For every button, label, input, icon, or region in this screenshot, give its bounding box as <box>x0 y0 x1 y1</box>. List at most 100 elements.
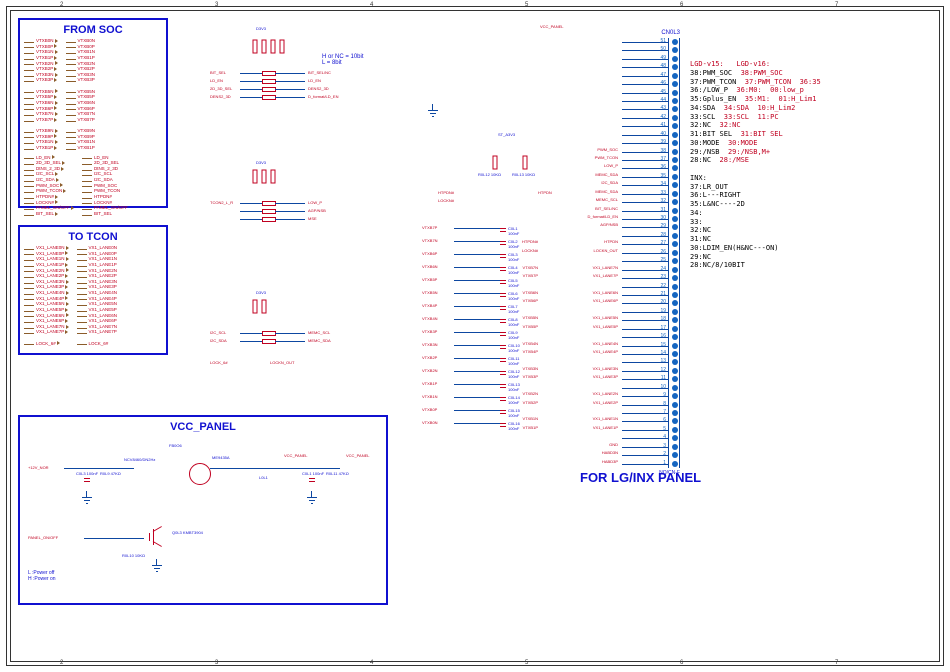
net-label: VTXB7N <box>422 238 438 243</box>
coupling-cap <box>500 407 506 417</box>
block-from-soc: FROM SOC VTXB0NVTXB0PVTXB1NVTXB1PVTXB2NV… <box>18 18 168 208</box>
cap-c0l1 <box>309 475 315 485</box>
note-row: 32:NC <box>690 226 821 235</box>
ruler-num: 4 <box>370 2 373 8</box>
coupling-cap <box>500 238 506 248</box>
note-row: 34: <box>690 209 821 218</box>
pin-label: VX1_LANE5N <box>593 315 618 320</box>
signal-label: VX1_LANE5P <box>24 307 69 313</box>
coupling-cap <box>500 368 506 378</box>
resistor <box>262 71 276 76</box>
pin-src-label: VTXB5P <box>523 324 538 329</box>
signal-label: VX1_LANE1P <box>24 262 69 268</box>
net-label: VTXB4P <box>422 303 437 308</box>
refdes-cap: C0L10 100nF <box>508 343 520 353</box>
net-label: VTXB3N <box>422 342 438 347</box>
h-lgd16: LGD-v16: <box>736 60 770 68</box>
note-row: 30:LDIM_EN(H&NC---ON) <box>690 244 821 253</box>
pin-notes: LGD-v15: LGD-v16: 38:PWM_SOC 38:PWM_SOC3… <box>690 60 821 270</box>
signal-label: VTXB7P <box>66 117 96 123</box>
wire <box>454 332 500 333</box>
note-row: 33: <box>690 218 821 227</box>
ruler-num: 7 <box>835 660 838 666</box>
pin-label: MEMC_SDA <box>595 172 618 177</box>
ruler-num: 4 <box>370 660 373 666</box>
coupling-cap <box>500 225 506 235</box>
note-row: 28:NC 28:/MSE <box>690 156 821 165</box>
pin-label: BIT_SEL/NC <box>595 206 618 211</box>
mid-networks: D3V3 BIT_SELBIT_SEL/NCLD_ENLD_EN2D_3D_SE… <box>210 30 410 390</box>
conn-pin-42: 42 <box>600 114 680 122</box>
resistor <box>262 79 276 84</box>
note-row: 37:LR_OUT <box>690 183 821 192</box>
to-tcon-title: TO TCON <box>24 231 162 243</box>
pin-label: VX1_LANE2N <box>593 391 618 396</box>
pin-label: VX1_LANE2P <box>593 400 618 405</box>
pin-label: VX1_LANE6P <box>593 298 618 303</box>
rail-d3v3-1: D3V3 <box>256 26 266 31</box>
signal-label: VX1_LANE2P <box>77 273 118 279</box>
note-row: 35:Gplus_EN 35:M1: 01:H_Lim1 <box>690 95 821 104</box>
pin-label: MEMC_SCL <box>596 197 618 202</box>
note-row: 31:BIT SEL 31:BIT SEL <box>690 130 821 139</box>
net-label: VTXB5P <box>422 277 437 282</box>
refdes-cap: C0L2 100nF <box>508 239 519 249</box>
refdes-l: L0L1 <box>259 475 268 480</box>
pin-src-label: HTPDN# <box>522 239 538 244</box>
pin-src-label: VTXB3P <box>523 374 538 379</box>
refdes-q: Q0L3 KMBT3904 <box>172 530 203 535</box>
wire <box>454 319 500 320</box>
net-label: VTXB3P <box>422 329 437 334</box>
conn-pin-44: 44 <box>600 97 680 105</box>
signal-label: LOCK_6# <box>24 341 69 347</box>
net-vccpanel2: VCC_PANEL <box>346 453 370 458</box>
pin-label: MEMC_SDA <box>595 189 618 194</box>
note-row: 36:/LOW_P 36:M0: 00:low_p <box>690 86 821 95</box>
net-label: LD_EN <box>308 78 321 83</box>
ruler-num: 2 <box>60 660 63 666</box>
net-htpdn1: HTPDN# <box>438 190 454 195</box>
coupling-cap <box>500 394 506 404</box>
signal-label: VX1_LANE7P <box>77 329 118 335</box>
note-row: 28:NC/8/10BIT <box>690 261 821 270</box>
net-label: DENS2_3D <box>308 86 329 91</box>
pin-label: I2C_SDA <box>601 180 618 185</box>
pullup <box>280 40 285 54</box>
signal-label: VTXB1P <box>66 55 96 61</box>
cap-c0l3 <box>84 475 90 485</box>
conn-pin-41: 41 <box>600 122 680 130</box>
net-label: LOW_P <box>308 200 322 205</box>
signal-label: VTXB6N <box>24 100 58 106</box>
pin-label: VX1_LANE6N <box>593 290 618 295</box>
conn-pin-46: 46 <box>600 80 680 88</box>
refdes-r12: R0L12 10KΩ <box>478 172 501 177</box>
main-title: FOR LG/INX PANEL <box>580 470 701 485</box>
coupling-cap <box>500 329 506 339</box>
pullup <box>253 40 258 54</box>
pin-label: VX1_LANE3N <box>593 366 618 371</box>
wire <box>454 410 500 411</box>
net-12v: +12V_NOR <box>28 465 49 470</box>
from-soc-signals: VTXB0NVTXB0PVTXB1NVTXB1PVTXB2NVTXB2PVTXB… <box>24 38 162 151</box>
schematic-page: 223344556677 FROM SOC VTXB0NVTXB0PVTXB1N… <box>0 0 950 672</box>
to-tcon-signals: VX1_LANE0NVX1_LANE0PVX1_LANE1NVX1_LANE1P… <box>24 245 162 346</box>
pin-label: PWM_TCON <box>595 155 618 160</box>
pin-src-label: VTXB3N <box>522 366 538 371</box>
coupling-cap <box>500 316 506 326</box>
net-label: I2C_SDA <box>210 338 227 343</box>
net-panelon: PANEL_ON/OFF <box>28 535 58 540</box>
refdes-cap: C0L14 100nF <box>508 395 520 405</box>
ruler-num: 5 <box>525 660 528 666</box>
connector-cn0l3: CN0L3 VCC_PANEL 515049484746454443424140… <box>600 30 680 476</box>
pin-src-label: VTXB6N <box>522 290 538 295</box>
ruler-num: 5 <box>525 2 528 8</box>
conn-pin-50: 50 <box>600 46 680 54</box>
bit-annotation: H or NC = 10bit L = 8bit <box>322 54 364 66</box>
from-soc-title: FROM SOC <box>24 24 162 36</box>
signal-label: VTXB7N <box>24 111 58 117</box>
net-vccpanel: VCC_PANEL <box>284 453 308 458</box>
note-row: 38:PWM_SOC 38:PWM_SOC <box>690 69 821 78</box>
net-label: VTXB5N <box>422 290 438 295</box>
note-row: 34:SDA 34:SDA 10:H_Lim2 <box>690 104 821 113</box>
refdes-c2: C0L1 100nF <box>302 471 324 476</box>
